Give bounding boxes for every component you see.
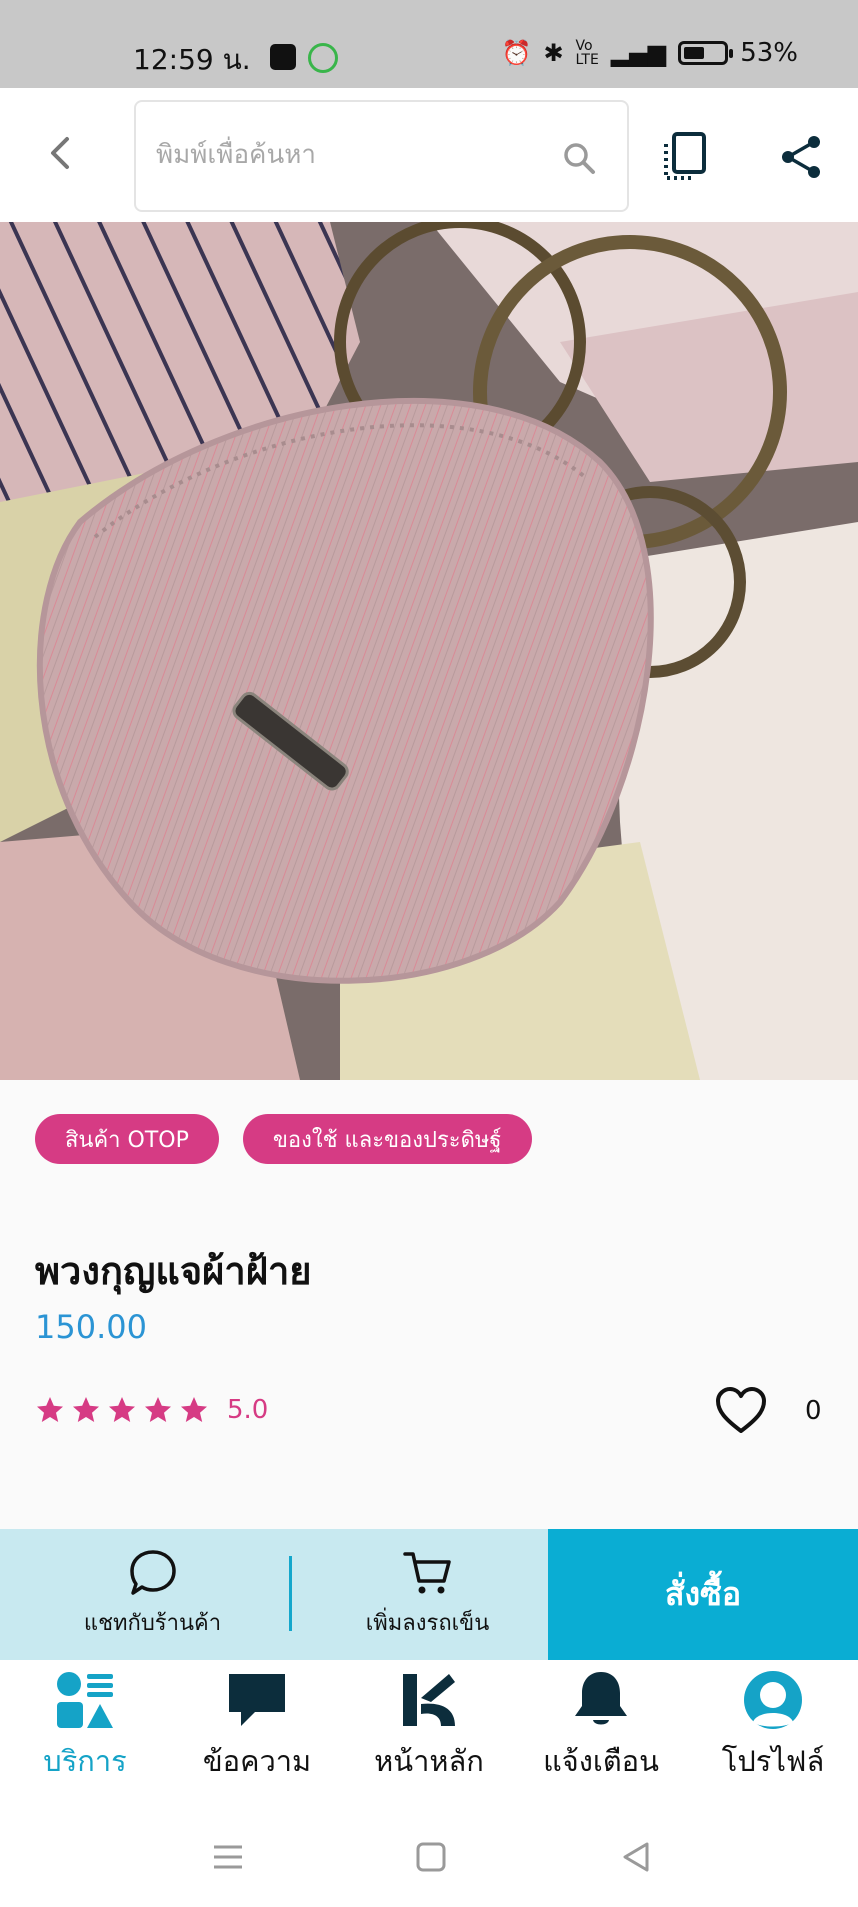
product-details: สินค้า OTOP ของใช้ และของประดิษฐ์ พวงกุญ…	[0, 1080, 858, 1530]
status-indicators: ⏰ ✱ Vo LTE ▂▄▆ 53%	[502, 38, 798, 68]
chat-shop-label: แชทกับร้านค้า	[83, 1611, 222, 1636]
nav-notifications[interactable]: แจ้งเตือน	[516, 1668, 686, 1798]
action-bar: แชทกับร้านค้า เพิ่มลงรถเข็น สั่งซื้อ	[0, 1529, 858, 1660]
nav-notifications-label: แจ้งเตือน	[543, 1744, 659, 1778]
like-count: 0	[805, 1396, 822, 1426]
chat-shop-button[interactable]: แชทกับร้านค้า	[70, 1529, 235, 1660]
bluetooth-icon: ✱	[543, 39, 564, 67]
action-bar-left: แชทกับร้านค้า เพิ่มลงรถเข็น	[0, 1529, 548, 1660]
nav-services-label: บริการ	[43, 1744, 127, 1778]
battery-icon	[678, 41, 734, 65]
star-icon	[145, 1397, 171, 1422]
bottom-nav: บริการ ข้อความ หน้าหลัก แจ้งเตือน โปรไฟล…	[0, 1660, 858, 1807]
tag-category[interactable]: ของใช้ และของประดิษฐ์	[242, 1114, 532, 1164]
search-box[interactable]	[134, 100, 629, 212]
search-icon[interactable]	[561, 140, 597, 176]
nav-home-label: หน้าหลัก	[374, 1744, 484, 1778]
product-photo	[0, 222, 858, 1080]
message-icon	[229, 1674, 285, 1726]
battery-percent: 53%	[740, 38, 798, 68]
system-nav-bar	[0, 1807, 858, 1907]
cart-icon	[402, 1552, 451, 1594]
home-logo-icon	[403, 1674, 455, 1726]
nav-messages-label: ข้อความ	[202, 1744, 312, 1778]
nav-home[interactable]: หน้าหลัก	[344, 1668, 514, 1798]
status-bar: 12:59 น. ⏰ ✱ Vo LTE ▂▄▆ 53%	[0, 0, 858, 88]
star-icon	[109, 1397, 135, 1422]
status-time: 12:59 น.	[133, 43, 251, 76]
chat-bubble-icon	[129, 1550, 176, 1595]
notification-app-icon	[270, 44, 296, 70]
profile-icon	[744, 1671, 802, 1729]
add-to-cart-label: เพิ่มลงรถเข็น	[365, 1611, 490, 1636]
back-triangle-icon[interactable]	[617, 1837, 657, 1877]
add-to-cart-button[interactable]: เพิ่มลงรถเข็น	[345, 1529, 510, 1660]
services-icon	[57, 1672, 113, 1728]
nav-services[interactable]: บริการ	[0, 1668, 170, 1798]
nav-messages[interactable]: ข้อความ	[172, 1668, 342, 1798]
volte-icon: Vo LTE	[575, 38, 599, 68]
nav-profile[interactable]: โปรไฟล์	[688, 1668, 858, 1798]
product-title: พวงกุญแจผ้าฝ้าย	[35, 1249, 312, 1293]
star-icon	[181, 1397, 207, 1422]
menu-icon[interactable]	[208, 1837, 248, 1877]
action-divider	[289, 1556, 292, 1631]
bell-icon	[575, 1672, 627, 1725]
star-icon	[73, 1397, 99, 1422]
product-image[interactable]	[0, 222, 858, 1080]
alarm-icon: ⏰	[501, 39, 532, 67]
share-icon[interactable]	[776, 132, 826, 182]
back-button[interactable]	[35, 128, 85, 178]
product-price: 150.00	[35, 1308, 147, 1346]
tag-otop[interactable]: สินค้า OTOP	[35, 1114, 219, 1164]
home-square-icon[interactable]	[411, 1837, 451, 1877]
chevron-left-icon	[51, 137, 69, 169]
category-tags: สินค้า OTOP ของใช้ และของประดิษฐ์	[35, 1114, 532, 1164]
product-rating: 5.0	[35, 1395, 268, 1425]
order-button[interactable]: สั่งซื้อ	[548, 1529, 858, 1660]
search-input[interactable]	[156, 130, 536, 180]
heart-icon[interactable]	[715, 1387, 767, 1435]
notification-food-icon	[308, 43, 338, 73]
nav-profile-label: โปรไฟล์	[721, 1744, 825, 1778]
signal-icon: ▂▄▆	[610, 39, 667, 67]
compare-copy-icon[interactable]	[660, 130, 710, 184]
star-icon	[37, 1397, 63, 1422]
top-bar	[0, 88, 858, 222]
rating-value: 5.0	[227, 1395, 269, 1425]
